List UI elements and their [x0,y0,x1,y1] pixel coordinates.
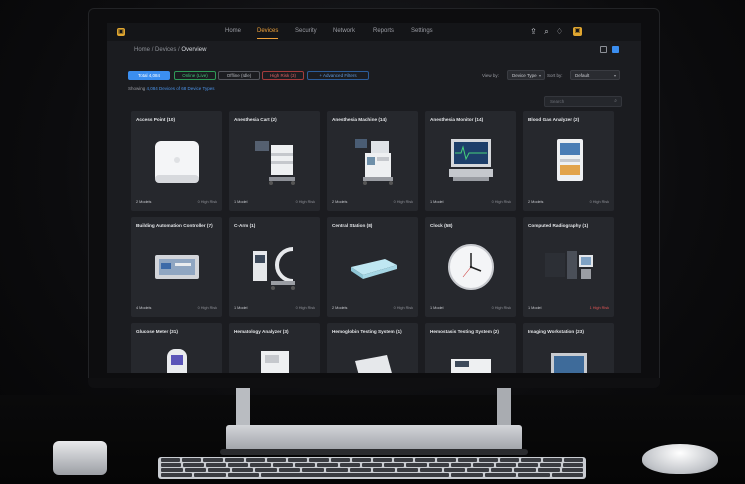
search-icon[interactable]: ⌕ [542,27,551,36]
showing-count: Showing 4,084 Devices of 68 Device Types [128,86,215,91]
c-arm-icon [253,247,295,290]
device-card-central-station[interactable]: Central Station (8) 2 Models 0 High Risk [327,217,418,317]
access-point-icon [155,141,199,183]
hematology-analyzer-icon [261,351,289,373]
profile-icon[interactable]: ▣ [573,27,582,36]
sort-by-label: Sort by: [547,73,563,78]
nav-devices[interactable]: Devices [257,28,279,39]
anesthesia-cart-icon [255,141,295,185]
breadcrumb-devices[interactable]: Devices [155,47,176,53]
nav-network[interactable]: Network [333,28,355,34]
keyboard [158,457,586,479]
building-controller-icon [155,255,199,279]
glucose-meter-icon [167,349,187,373]
mouse [642,444,718,474]
nav-reports[interactable]: Reports [373,28,394,34]
blood-gas-analyzer-icon [557,139,583,181]
nav-settings[interactable]: Settings [411,28,433,34]
sort-by-select[interactable]: Default ▾ [570,70,620,80]
anesthesia-monitor-icon [449,139,493,181]
device-card-clock[interactable]: Clock (58) 1 Model 0 High Risk [425,217,516,317]
device-card-glucose-meter[interactable]: Glucose Meter (31) [131,323,222,373]
filter-offline[interactable]: Offline (Idle) [218,71,260,80]
monitor-chin [88,378,660,388]
nav-security[interactable]: Security [295,28,317,34]
anesthesia-machine-icon [355,139,393,185]
app-logo-icon[interactable]: ▣ [117,28,125,36]
filter-online[interactable]: Online (Live) [174,71,216,80]
clock-icon [448,244,494,290]
base-shadow [220,449,528,455]
export-icon[interactable]: ⇪ [529,27,538,36]
nav-home[interactable]: Home [225,28,241,34]
device-card-access-point[interactable]: Access Point (10) 2 Models 0 High Risk [131,111,222,211]
monitor-base [226,425,522,451]
device-card-anesthesia-monitor[interactable]: Anesthesia Monitor (14) 1 Model 0 High R… [425,111,516,211]
device-card-hematology-analyzer[interactable]: Hematology Analyzer (3) [229,323,320,373]
app-screen: ▣ Home Devices Security Network Reports … [107,23,641,373]
search-icon: ⌕ [614,98,617,104]
list-view-icon[interactable] [600,46,607,53]
breadcrumb: Home / Devices / Overview [134,47,207,53]
device-card-imaging-workstation[interactable]: Imaging Workstation (23) [523,323,614,373]
breadcrumb-current: Overview [181,47,207,53]
grid-view-icon[interactable] [612,46,619,53]
device-card-anesthesia-machine[interactable]: Anesthesia Machine (14) 2 Models 0 High … [327,111,418,211]
filter-total[interactable]: Total 4,084 [128,71,170,80]
search-input[interactable]: Search ⌕ [544,96,622,107]
chevron-down-icon: ▾ [613,73,616,78]
top-nav: ▣ Home Devices Security Network Reports … [107,23,641,41]
device-card-blood-gas-analyzer[interactable]: Blood Gas Analyzer (2) 2 Models 0 High R… [523,111,614,211]
device-card-computed-radiography[interactable]: Computed Radiography (1) 1 Model 1 High … [523,217,614,317]
device-card-building-controller[interactable]: Building Automation Controller (7) 4 Mod… [131,217,222,317]
device-card-hemoglobin-system[interactable]: Hemoglobin Testing System (1) [327,323,418,373]
view-by-label: View by: [482,73,499,78]
device-card-anesthesia-cart[interactable]: Anesthesia Cart (2) 1 Model 0 High Risk [229,111,320,211]
central-station-icon [351,259,397,279]
imaging-workstation-icon [551,353,587,373]
hemostasis-system-icon [451,359,491,373]
device-card-hemostasis-system[interactable]: Hemostasis Testing System (2) [425,323,516,373]
hemoglobin-system-icon [355,355,392,373]
breadcrumb-home[interactable]: Home [134,47,150,53]
notification-icon[interactable]: ♢ [555,27,564,36]
speaker [53,441,107,475]
device-card-c-arm[interactable]: C-Arm (1) 1 Model 0 High Risk [229,217,320,317]
chevron-down-icon: ▾ [538,73,541,78]
filter-advanced[interactable]: + Advanced Filters [307,71,369,80]
view-by-select[interactable]: Device Type ▾ [507,70,545,80]
radiography-icon [545,251,593,279]
filter-high-risk[interactable]: High Risk (3) [262,71,304,80]
